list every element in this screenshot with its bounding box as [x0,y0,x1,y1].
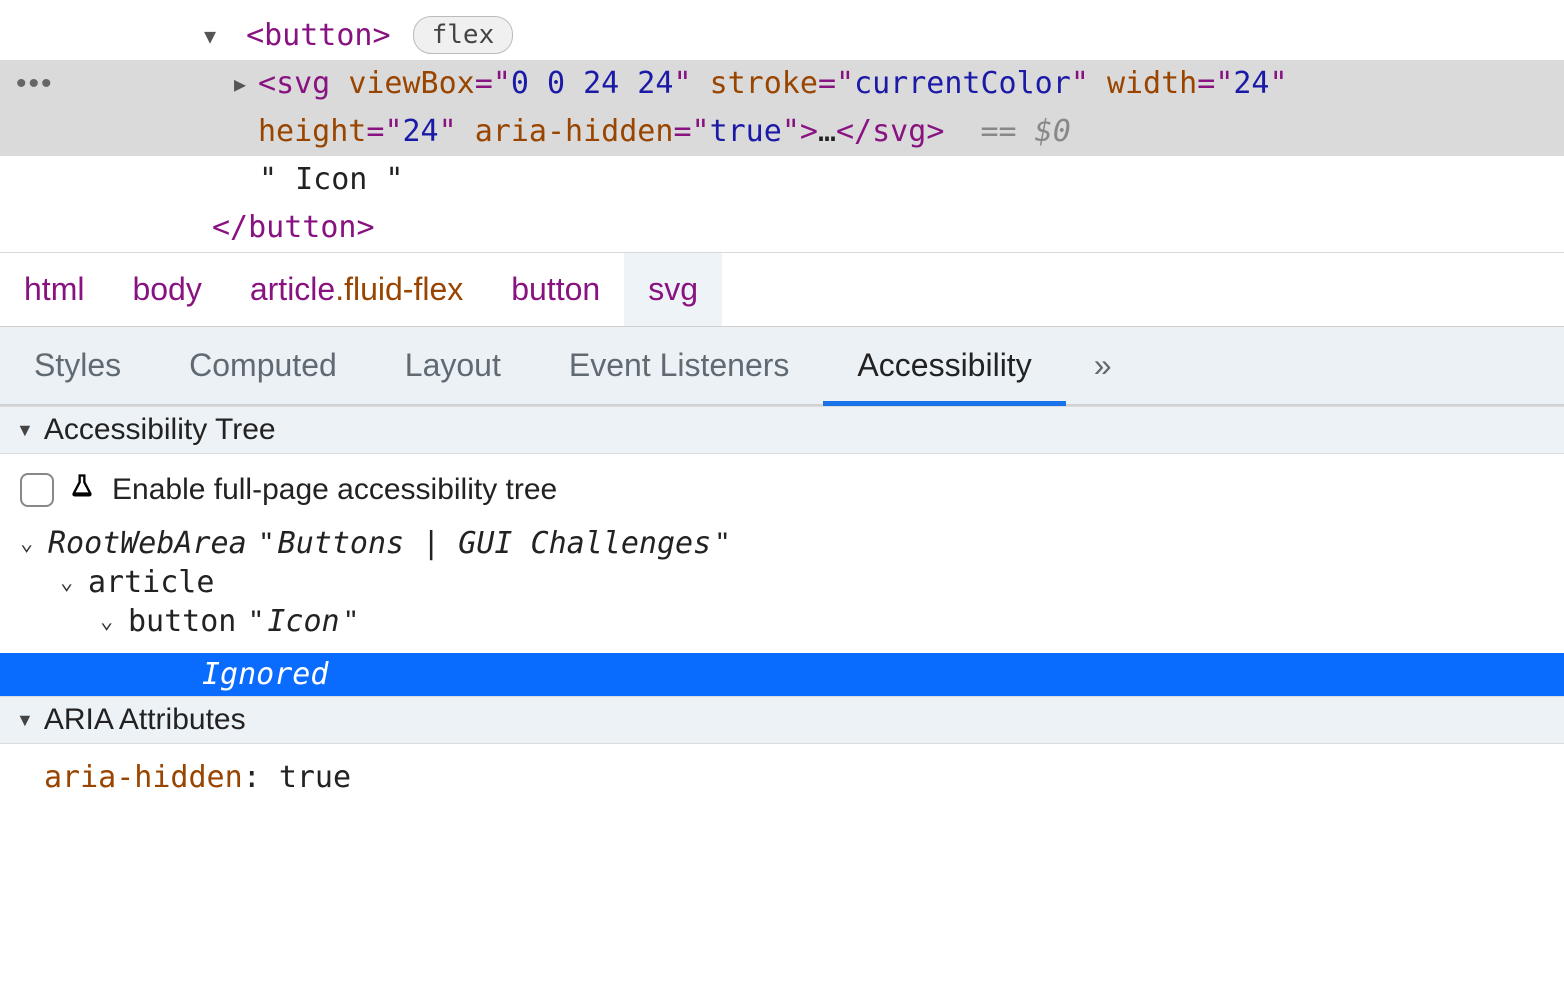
attr-viewbox-name: viewBox [348,66,474,101]
a11y-node-ignored[interactable]: Ignored [0,653,1564,696]
dom-text-node[interactable]: " Icon " [0,156,1564,204]
breadcrumb-article[interactable]: article.fluid-flex [226,253,487,326]
tabs-overflow-icon[interactable]: » [1066,331,1140,400]
collapsed-ellipsis[interactable]: … [818,114,836,149]
enable-full-page-checkbox[interactable] [20,473,54,507]
chevron-down-icon: ▼ [16,710,34,731]
attr-viewbox-value: 0 0 24 24 [511,66,674,101]
tab-computed[interactable]: Computed [155,327,371,404]
a11y-node-article[interactable]: ⌄ article [18,563,1546,602]
dom-tree-panel: <button> flex ••• <svg viewBox="0 0 24 2… [0,0,1564,252]
sidebar-tabs: Styles Computed Layout Event Listeners A… [0,327,1564,406]
breadcrumb-body[interactable]: body [108,253,225,326]
text-node-value: " Icon " [259,162,404,197]
a11y-node-root[interactable]: ⌄ RootWebArea "Buttons | GUI Challenges" [18,524,1546,563]
attr-height-name: height [258,114,366,149]
svg-close-tag: svg [872,114,926,149]
tab-styles[interactable]: Styles [0,327,155,404]
selected-marker: == $0 [981,114,1071,149]
row-actions-icon[interactable]: ••• [8,60,64,108]
a11y-role: button [128,604,236,639]
tag-name: button [264,18,372,53]
attr-aria-hidden-value: true [710,114,782,149]
breadcrumb-svg[interactable]: svg [624,253,722,326]
breadcrumb-html[interactable]: html [0,253,108,326]
attr-height-value: 24 [403,114,439,149]
breadcrumb: html body article.fluid-flex button svg [0,252,1564,327]
attr-width-name: width [1107,66,1197,101]
enable-full-page-label: Enable full-page accessibility tree [112,473,557,507]
section-accessibility-tree[interactable]: ▼ Accessibility Tree [0,406,1564,454]
chevron-down-icon: ▼ [16,420,34,441]
attr-width-value: 24 [1233,66,1269,101]
a11y-node-button[interactable]: ⌄ button "Icon" [18,602,1546,641]
chevron-right-icon[interactable] [234,60,258,108]
accessibility-tree-panel: Enable full-page accessibility tree ⌄ Ro… [0,454,1564,653]
section-aria-attributes[interactable]: ▼ ARIA Attributes [0,696,1564,744]
tab-layout[interactable]: Layout [371,327,535,404]
attr-aria-hidden-name: aria-hidden [475,114,674,149]
dom-node-button-open[interactable]: <button> flex [0,12,1564,60]
a11y-name: Buttons | GUI Challenges [278,526,711,561]
chevron-down-icon: ⌄ [60,570,82,595]
tab-event-listeners[interactable]: Event Listeners [535,327,824,404]
a11y-role: RootWebArea [48,526,247,561]
chevron-down-icon: ⌄ [100,609,122,634]
dom-node-svg[interactable]: ••• <svg viewBox="0 0 24 24" stroke="cur… [0,60,1564,156]
aria-attribute-row: aria-hidden: true [0,744,1564,811]
breadcrumb-button[interactable]: button [487,253,624,326]
experiment-icon [68,472,98,508]
display-badge: flex [413,16,514,54]
a11y-ignored-label: Ignored [202,657,328,692]
aria-attr-name: aria-hidden [44,760,243,795]
dom-node-button-close[interactable]: </button> [0,204,1564,252]
a11y-role: article [88,565,214,600]
attr-stroke-value: currentColor [854,66,1071,101]
button-close-tag: button [248,210,356,245]
section-title: ARIA Attributes [44,703,246,737]
attr-stroke-name: stroke [710,66,818,101]
section-title: Accessibility Tree [44,413,276,447]
chevron-down-icon: ⌄ [20,531,42,556]
tab-accessibility[interactable]: Accessibility [823,327,1065,406]
aria-attr-value: true [279,760,351,795]
a11y-name: Icon [267,604,339,639]
svg-tag-name: svg [276,66,330,101]
chevron-down-icon[interactable] [204,12,228,60]
